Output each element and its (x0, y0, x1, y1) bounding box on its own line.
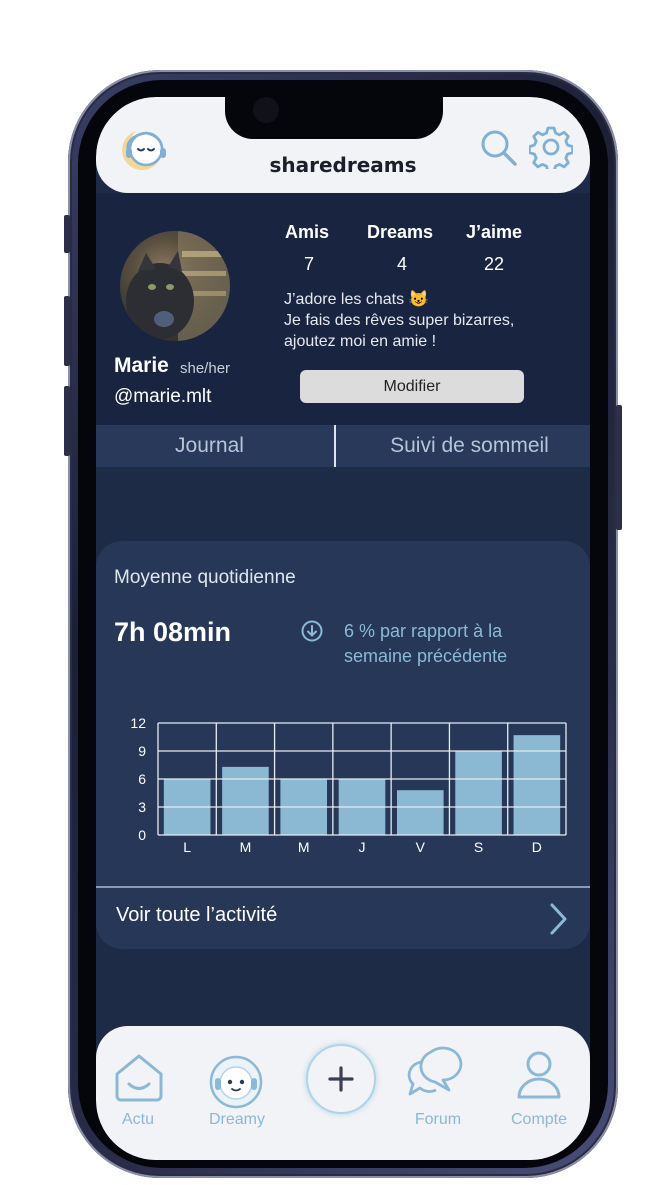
card-divider (96, 886, 590, 888)
chart-xtick-label: M (298, 839, 310, 853)
side-button-volume-up (64, 296, 70, 366)
trend-text: 6 % par rapport à la semaine précédente (344, 619, 574, 669)
nav-label-forum: Forum (414, 1111, 462, 1128)
chart-ytick-label: 12 (130, 715, 146, 731)
chart-xtick-label: V (416, 839, 426, 853)
chart-bar (396, 790, 444, 835)
bio-line: J’adore les chats 😺 (284, 291, 429, 308)
account-icon (517, 1051, 561, 1099)
nav-item-forum[interactable]: Forum (393, 1026, 483, 1160)
nav-label-account: Compte (510, 1111, 568, 1128)
stat-label-dreams: Dreams (366, 222, 434, 242)
avatar[interactable] (120, 231, 230, 341)
chart-ytick-label: 6 (138, 771, 146, 787)
tab-divider (334, 425, 336, 467)
chart-bar (455, 751, 502, 835)
dreamy-avatar-icon (209, 1055, 263, 1109)
forum-icon (407, 1046, 463, 1096)
nav-item-dreamy[interactable]: Dreamy (192, 1026, 282, 1160)
daily-average: 7h 08min (114, 617, 232, 647)
chart-xtick-label: J (359, 839, 366, 853)
arrow-down-circle-icon (301, 620, 323, 642)
chart-xtick-label: L (183, 839, 191, 853)
stat-value-likes: 22 (483, 254, 505, 274)
tab-journal[interactable]: Journal (96, 425, 333, 467)
nav-item-news[interactable]: Actu (96, 1026, 183, 1160)
chart-bar (513, 735, 561, 835)
profile-name: Marie (114, 354, 169, 377)
trend-line: semaine précédente (344, 646, 508, 666)
side-button-power (616, 405, 622, 530)
chart-ytick-label: 9 (138, 743, 146, 759)
home-icon (115, 1054, 163, 1102)
chart-ytick-label: 0 (138, 827, 146, 843)
bio-line: ajoutez moi en amie ! (284, 333, 437, 350)
sleep-bar-chart: 0 3 6 9 12 L M M J V S D (130, 715, 567, 853)
side-button-volume-down (64, 386, 70, 456)
front-camera (253, 97, 279, 123)
bottom-navigation: Actu Dreamy Forum Compte (96, 1026, 590, 1160)
sleep-card-title: Moyenne quotidienne (114, 567, 296, 588)
stat-label-likes: J’aime (465, 222, 523, 242)
nav-item-account[interactable]: Compte (494, 1026, 584, 1160)
add-dream-button[interactable] (306, 1044, 376, 1114)
profile-handle: @marie.mlt (114, 386, 212, 407)
tab-bar: Journal Suivi de sommeil (96, 425, 590, 467)
stat-value-dreams: 4 (396, 254, 407, 274)
nav-label-news: Actu (121, 1111, 154, 1128)
edit-profile-button[interactable]: Modifier (300, 370, 524, 403)
profile-bio: J’adore les chats 😺 Je fais des rêves su… (284, 289, 554, 352)
nav-label-dreamy: Dreamy (208, 1111, 265, 1128)
screen: sharedreams Marie she/her @marie.mlt Ami… (96, 97, 590, 1160)
chart-bar (222, 766, 269, 835)
plus-icon (328, 1066, 354, 1092)
stat-label-friends: Amis (284, 222, 329, 242)
see-all-activity-link[interactable]: Voir toute l’activité (116, 904, 277, 927)
chart-xtick-label: M (240, 839, 252, 853)
chart-ytick-label: 3 (138, 799, 146, 815)
stat-value-friends: 7 (303, 254, 314, 274)
side-button-mute (64, 215, 70, 253)
tab-sleep-tracking[interactable]: Suivi de sommeil (346, 425, 590, 467)
profile-pronouns: she/her (180, 360, 231, 377)
bio-line: Je fais des rêves super bizarres, (284, 312, 515, 329)
chart-xtick-label: S (474, 839, 483, 853)
search-icon[interactable] (478, 127, 518, 167)
gear-icon[interactable] (529, 125, 573, 169)
chevron-right-icon[interactable] (548, 901, 570, 937)
trend-line: 6 % par rapport à la (344, 621, 503, 641)
chart-xtick-label: D (532, 839, 542, 853)
